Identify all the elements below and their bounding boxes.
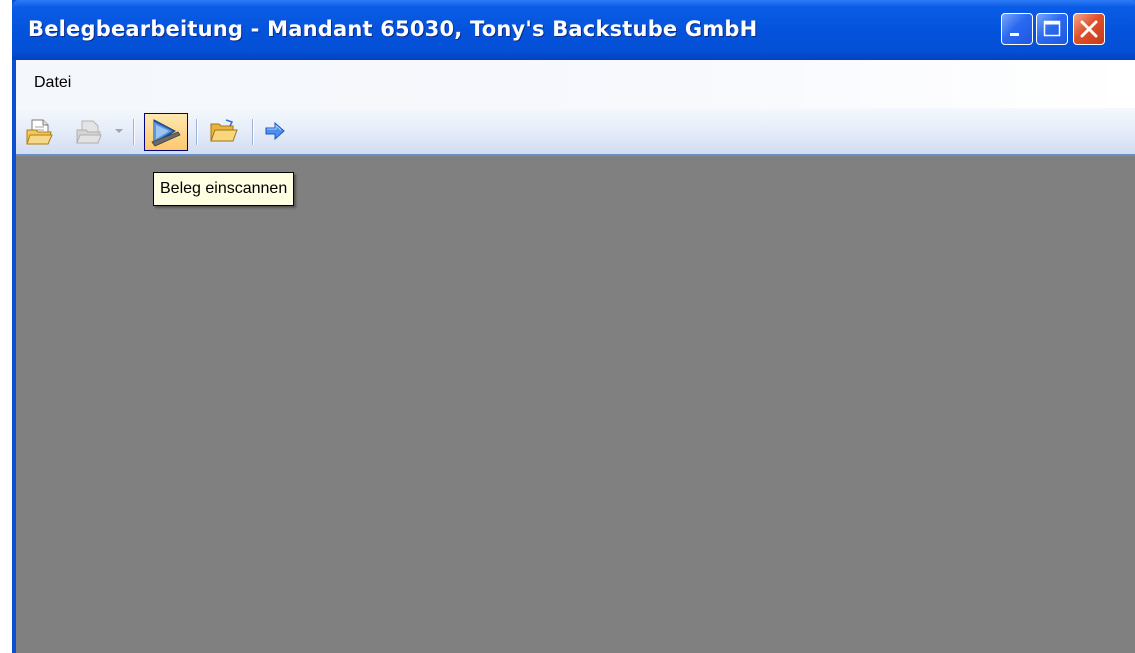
- window-title: Belegbearbeitung - Mandant 65030, Tony's…: [28, 17, 758, 41]
- arrow-right-icon[interactable]: [260, 116, 290, 146]
- scan-document-icon: [151, 119, 181, 147]
- toolbar-separator: [133, 119, 135, 145]
- scan-document-button[interactable]: [144, 113, 188, 151]
- open-document-icon[interactable]: [24, 116, 54, 146]
- minimize-button[interactable]: [1001, 13, 1033, 45]
- application-window: Belegbearbeitung - Mandant 65030, Tony's…: [12, 0, 1135, 653]
- maximize-button[interactable]: [1036, 13, 1068, 45]
- toolbar: [16, 108, 1135, 156]
- title-bar[interactable]: Belegbearbeitung - Mandant 65030, Tony's…: [12, 0, 1135, 60]
- menu-bar: Datei: [16, 60, 1135, 108]
- document-workspace: Beleg einscannen: [16, 156, 1135, 653]
- document-dropdown-icon[interactable]: [73, 116, 103, 146]
- close-button[interactable]: [1073, 13, 1105, 45]
- toolbar-separator: [196, 119, 198, 145]
- toolbar-separator: [252, 119, 254, 145]
- menu-item-datei[interactable]: Datei: [34, 74, 71, 92]
- minimize-icon: [1010, 33, 1019, 36]
- maximize-icon: [1043, 20, 1061, 37]
- close-icon: [1080, 20, 1098, 38]
- tooltip: Beleg einscannen: [153, 172, 295, 206]
- chevron-down-icon[interactable]: [115, 129, 123, 133]
- open-folder-icon[interactable]: [208, 116, 238, 146]
